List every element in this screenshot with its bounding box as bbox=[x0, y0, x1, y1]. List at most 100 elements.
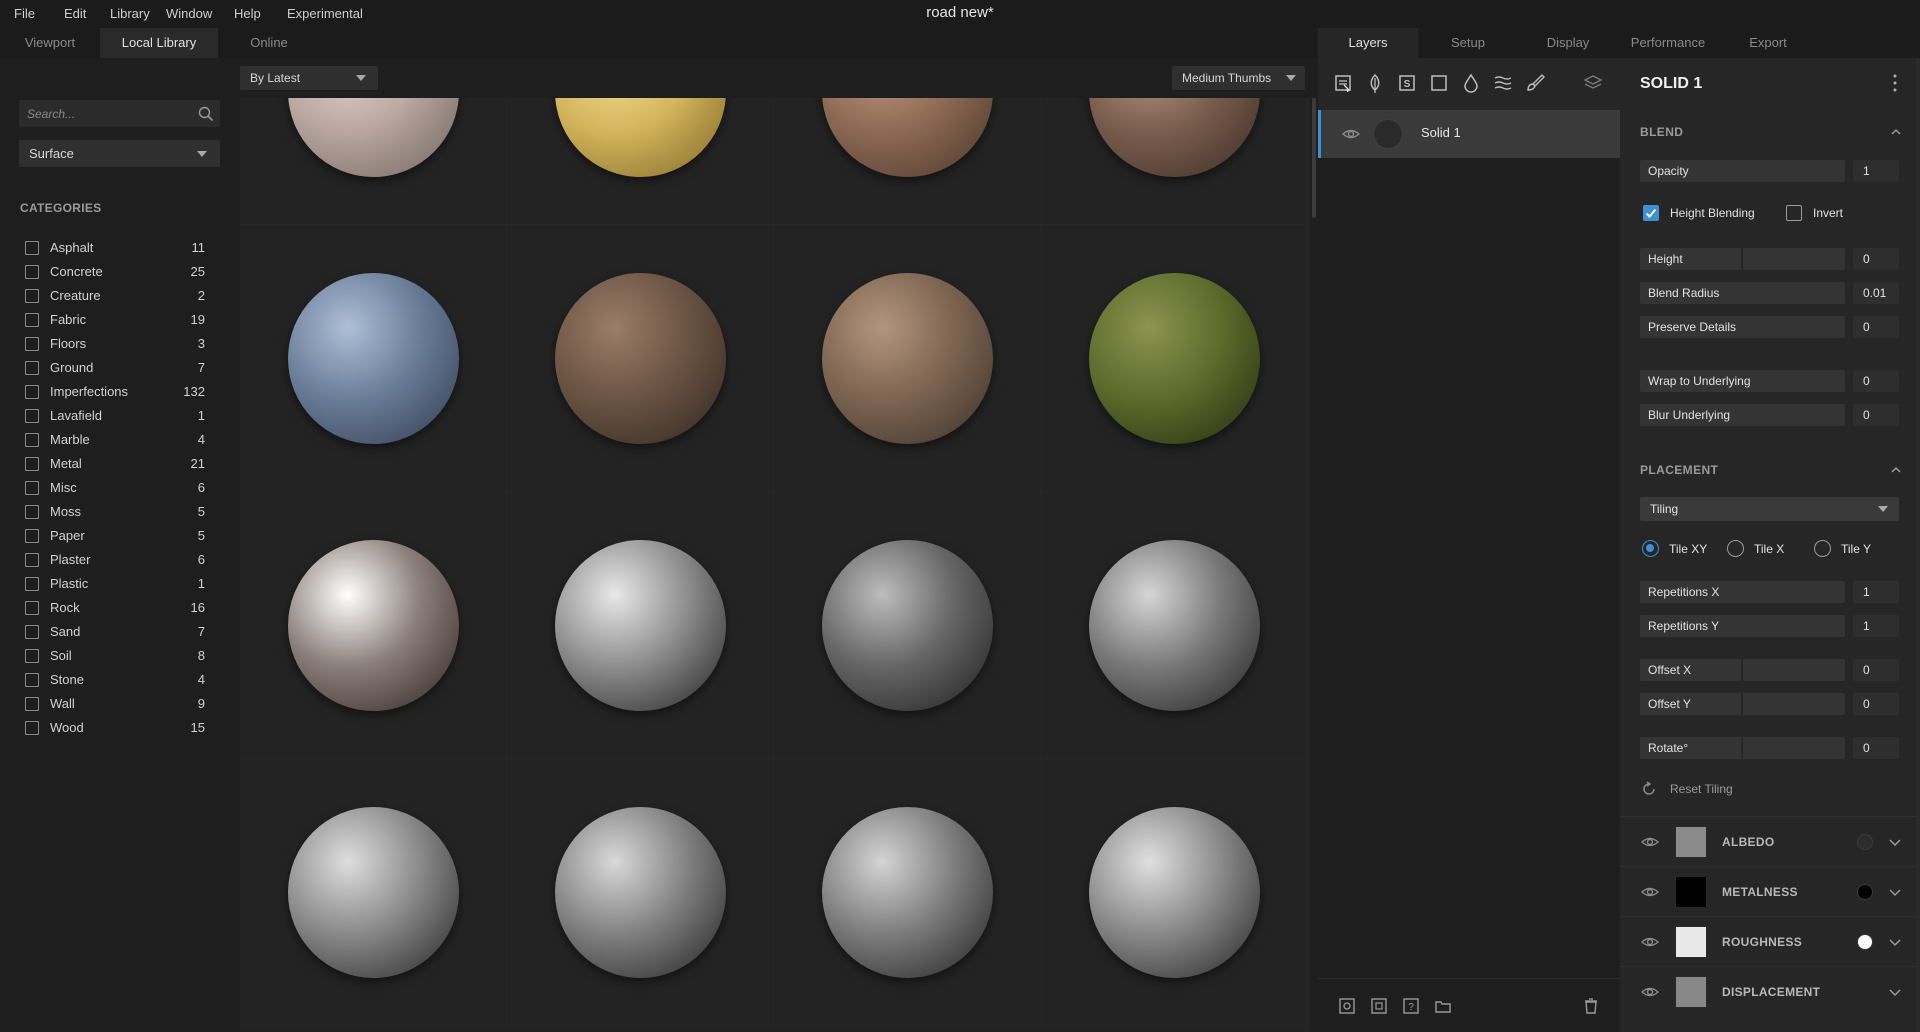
blur-underlying-value[interactable]: 0 bbox=[1853, 404, 1899, 426]
material-thumbnail[interactable] bbox=[1041, 492, 1308, 759]
repetitions-y-value[interactable]: 1 bbox=[1853, 615, 1899, 637]
category-checkbox[interactable] bbox=[25, 433, 39, 447]
category-checkbox[interactable] bbox=[25, 337, 39, 351]
channel-row-albedo[interactable]: ALBEDO bbox=[1620, 816, 1920, 866]
reset-tiling-button[interactable]: Reset Tiling bbox=[1640, 780, 1800, 800]
category-checkbox[interactable] bbox=[25, 505, 39, 519]
height-blending-checkbox[interactable] bbox=[1643, 205, 1659, 221]
category-checkbox[interactable] bbox=[25, 601, 39, 615]
category-item[interactable]: Asphalt 11 bbox=[25, 240, 205, 260]
offset-x-slider[interactable]: Offset X bbox=[1640, 659, 1845, 681]
category-item[interactable]: Marble 4 bbox=[25, 432, 205, 452]
material-thumbnail[interactable] bbox=[774, 225, 1041, 492]
category-checkbox[interactable] bbox=[25, 457, 39, 471]
material-thumbnail[interactable] bbox=[774, 759, 1041, 1026]
tab-online[interactable]: Online bbox=[218, 28, 320, 58]
channel-color-dot[interactable] bbox=[1857, 834, 1873, 850]
category-checkbox[interactable] bbox=[25, 673, 39, 687]
trash-icon[interactable] bbox=[1582, 997, 1600, 1015]
tile-xy-radio[interactable] bbox=[1642, 540, 1659, 557]
preserve-details-value[interactable]: 0 bbox=[1853, 316, 1899, 338]
material-thumbnail[interactable] bbox=[240, 759, 507, 1026]
scrollbar-thumb[interactable] bbox=[1312, 98, 1316, 218]
chevron-down-icon[interactable] bbox=[1888, 935, 1902, 949]
tab-display[interactable]: Display bbox=[1518, 28, 1618, 58]
menu-window[interactable]: Window bbox=[166, 6, 212, 21]
category-checkbox[interactable] bbox=[25, 721, 39, 735]
category-checkbox[interactable] bbox=[25, 577, 39, 591]
opacity-field[interactable]: Opacity bbox=[1640, 160, 1845, 182]
drop-icon[interactable] bbox=[1460, 72, 1482, 94]
material-thumbnail[interactable] bbox=[1041, 759, 1308, 1026]
category-item[interactable]: Misc 6 bbox=[25, 480, 205, 500]
material-thumbnail[interactable] bbox=[240, 98, 507, 225]
folder-icon[interactable] bbox=[1434, 997, 1452, 1015]
channel-swatch[interactable] bbox=[1675, 876, 1707, 908]
menu-library[interactable]: Library bbox=[110, 6, 150, 21]
repetitions-x-value[interactable]: 1 bbox=[1853, 581, 1899, 603]
tab-setup[interactable]: Setup bbox=[1418, 28, 1518, 58]
eye-icon[interactable] bbox=[1640, 982, 1660, 1002]
channel-row-displacement[interactable]: DISPLACEMENT bbox=[1620, 966, 1920, 1016]
tab-layers[interactable]: Layers bbox=[1318, 28, 1418, 58]
category-item[interactable]: Wall 9 bbox=[25, 696, 205, 716]
category-item[interactable]: Wood 15 bbox=[25, 720, 205, 740]
category-item[interactable]: Plastic 1 bbox=[25, 576, 205, 596]
blur-underlying-slider[interactable]: Blur Underlying bbox=[1640, 404, 1845, 426]
eye-icon[interactable] bbox=[1341, 124, 1361, 144]
blend-radius-slider[interactable]: Blend Radius bbox=[1640, 282, 1845, 304]
chevron-down-icon[interactable] bbox=[1888, 885, 1902, 899]
category-checkbox[interactable] bbox=[25, 265, 39, 279]
paint-brush-icon[interactable] bbox=[1524, 72, 1546, 94]
menu-experimental[interactable]: Experimental bbox=[287, 6, 363, 21]
surface-type-dropdown[interactable]: Surface bbox=[19, 140, 220, 167]
solid-square-icon[interactable] bbox=[1428, 72, 1450, 94]
category-item[interactable]: Paper 5 bbox=[25, 528, 205, 548]
chevron-up-icon[interactable] bbox=[1890, 126, 1902, 138]
category-item[interactable]: Plaster 6 bbox=[25, 552, 205, 572]
category-checkbox[interactable] bbox=[25, 649, 39, 663]
material-thumbnail[interactable] bbox=[1041, 98, 1308, 225]
category-checkbox[interactable] bbox=[25, 529, 39, 543]
tab-local-library[interactable]: Local Library bbox=[100, 28, 218, 58]
category-checkbox[interactable] bbox=[25, 313, 39, 327]
eye-icon[interactable] bbox=[1640, 832, 1660, 852]
slider-handle[interactable] bbox=[1741, 248, 1743, 270]
tab-viewport[interactable]: Viewport bbox=[0, 28, 100, 58]
layer-item[interactable]: Solid 1 bbox=[1318, 110, 1620, 158]
slider-handle[interactable] bbox=[1741, 659, 1743, 681]
chevron-down-icon[interactable] bbox=[1888, 985, 1902, 999]
wrap-underlying-slider[interactable]: Wrap to Underlying bbox=[1640, 370, 1845, 392]
channel-row-roughness[interactable]: ROUGHNESS bbox=[1620, 916, 1920, 966]
search-icon[interactable] bbox=[198, 106, 214, 122]
category-item[interactable]: Sand 7 bbox=[25, 624, 205, 644]
slider-handle[interactable] bbox=[1741, 737, 1743, 759]
category-item[interactable]: Rock 16 bbox=[25, 600, 205, 620]
search-input[interactable] bbox=[27, 100, 187, 127]
channel-row-metalness[interactable]: METALNESS bbox=[1620, 866, 1920, 916]
repetitions-x-field[interactable]: Repetitions X bbox=[1640, 581, 1845, 603]
group-icon[interactable] bbox=[1370, 997, 1388, 1015]
offset-y-value[interactable]: 0 bbox=[1853, 693, 1899, 715]
category-item[interactable]: Moss 5 bbox=[25, 504, 205, 524]
rotate-slider[interactable]: Rotate° bbox=[1640, 737, 1845, 759]
invert-checkbox[interactable] bbox=[1786, 205, 1802, 221]
category-item[interactable]: Creature 2 bbox=[25, 288, 205, 308]
category-checkbox[interactable] bbox=[25, 481, 39, 495]
material-thumbnail[interactable] bbox=[507, 98, 774, 225]
more-options-icon[interactable] bbox=[1892, 72, 1898, 94]
category-checkbox[interactable] bbox=[25, 361, 39, 375]
surface-s-icon[interactable]: S bbox=[1396, 72, 1418, 94]
category-item[interactable]: Soil 8 bbox=[25, 648, 205, 668]
offset-x-value[interactable]: 0 bbox=[1853, 659, 1899, 681]
channel-swatch[interactable] bbox=[1675, 826, 1707, 858]
placement-mode-dropdown[interactable]: Tiling bbox=[1640, 497, 1899, 521]
channel-swatch[interactable] bbox=[1675, 926, 1707, 958]
vegetation-icon[interactable] bbox=[1364, 72, 1386, 94]
category-item[interactable]: Fabric 19 bbox=[25, 312, 205, 332]
height-slider[interactable]: Height bbox=[1640, 248, 1845, 270]
chevron-down-icon[interactable] bbox=[1888, 835, 1902, 849]
opacity-value[interactable]: 1 bbox=[1853, 160, 1899, 182]
rotate-value[interactable]: 0 bbox=[1853, 737, 1899, 759]
category-item[interactable]: Stone 4 bbox=[25, 672, 205, 692]
